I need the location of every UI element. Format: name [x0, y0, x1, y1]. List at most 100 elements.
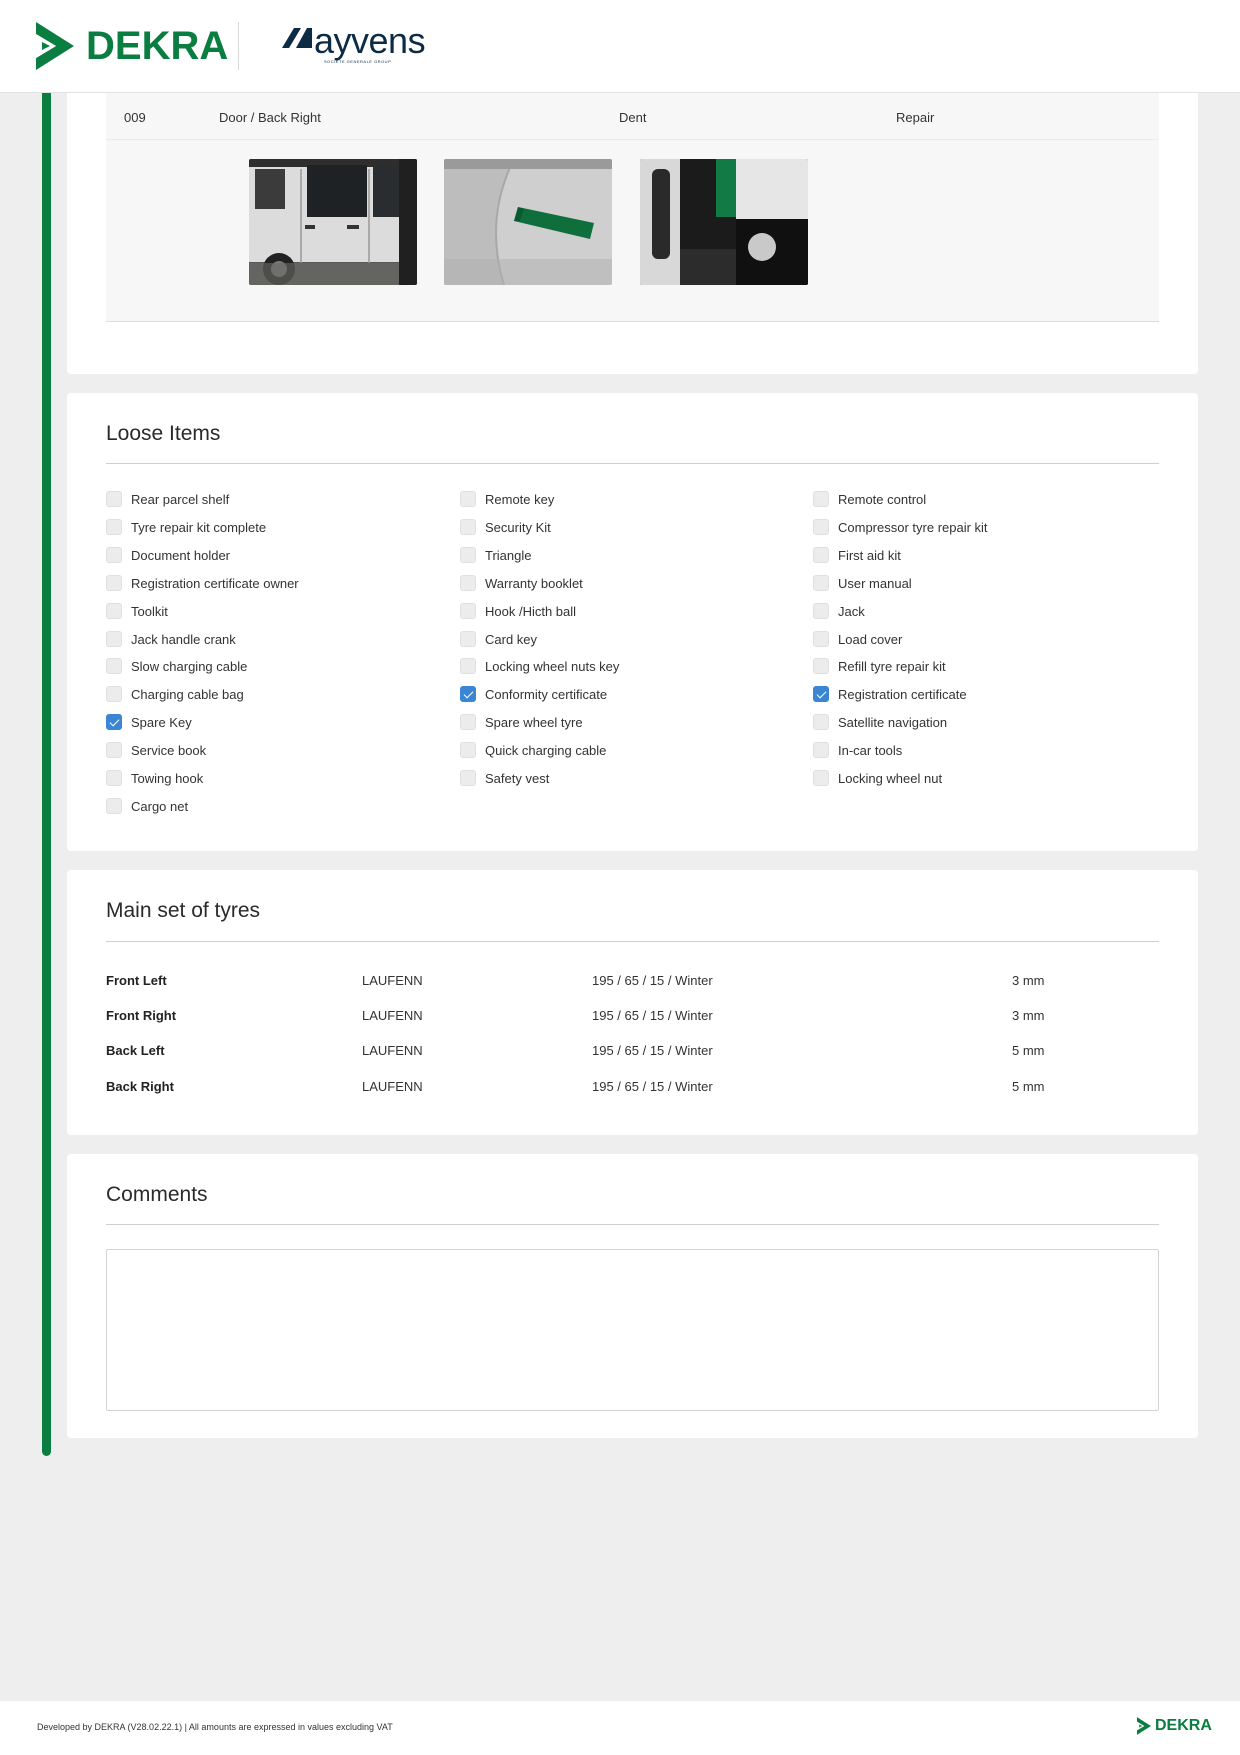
loose-item[interactable]: Locking wheel nuts key — [460, 656, 619, 676]
loose-item[interactable]: Jack — [813, 601, 865, 621]
damage-photo-strip — [106, 140, 1159, 322]
loose-item-label: Towing hook — [131, 770, 204, 786]
loose-item[interactable]: Spare wheel tyre — [460, 712, 583, 732]
loose-item[interactable]: First aid kit — [813, 545, 901, 565]
tyre-position: Back Right — [106, 1079, 174, 1094]
checkbox[interactable] — [460, 658, 476, 674]
loose-item-label: Slow charging cable — [131, 658, 248, 674]
checkbox[interactable] — [460, 491, 476, 507]
tyre-depth: 3 mm — [1012, 973, 1045, 988]
loose-item-label: Spare Key — [131, 714, 192, 730]
loose-item[interactable]: Card key — [460, 629, 537, 649]
checkbox-checked[interactable] — [460, 686, 476, 702]
damage-photo-3[interactable] — [640, 159, 808, 285]
loose-item-label: Service book — [131, 742, 207, 758]
loose-item[interactable]: User manual — [813, 573, 912, 593]
tyre-brand: LAUFENN — [362, 1079, 423, 1094]
checkbox[interactable] — [106, 631, 122, 647]
loose-item-label: Jack — [838, 603, 865, 619]
loose-item[interactable]: Registration certificate owner — [106, 573, 299, 593]
ayvens-logo-text: ayvens — [314, 20, 426, 61]
loose-item-label: Registration certificate owner — [131, 575, 299, 591]
damage-type: Dent — [619, 110, 647, 125]
loose-item[interactable]: Jack handle crank — [106, 629, 236, 649]
loose-item-label: Load cover — [838, 631, 903, 647]
loose-item[interactable]: Registration certificate — [813, 684, 967, 704]
tyres-rule — [106, 941, 1159, 942]
tyre-position: Front Left — [106, 973, 167, 988]
checkbox[interactable] — [460, 714, 476, 730]
tyre-position: Front Right — [106, 1008, 177, 1023]
loose-item[interactable]: Hook /Hicth ball — [460, 601, 576, 621]
loose-item[interactable]: Satellite navigation — [813, 712, 947, 732]
checkbox[interactable] — [813, 519, 829, 535]
checkbox[interactable] — [106, 491, 122, 507]
loose-item[interactable]: Rear parcel shelf — [106, 489, 229, 509]
loose-item[interactable]: Spare Key — [106, 712, 192, 732]
comments-rule — [106, 1224, 1159, 1225]
tyre-depth: 3 mm — [1012, 1008, 1045, 1023]
loose-item[interactable]: Quick charging cable — [460, 740, 606, 760]
checkbox[interactable] — [106, 575, 122, 591]
checkbox[interactable] — [813, 631, 829, 647]
checkbox[interactable] — [813, 603, 829, 619]
checkbox[interactable] — [106, 686, 122, 702]
checkbox[interactable] — [106, 519, 122, 535]
checkbox[interactable] — [460, 575, 476, 591]
footer-dekra-logo: DEKRA — [1137, 1717, 1212, 1735]
loose-item-label: Rear parcel shelf — [131, 491, 230, 507]
loose-item[interactable]: Safety vest — [460, 768, 549, 788]
checkbox[interactable] — [813, 714, 829, 730]
checkbox[interactable] — [460, 603, 476, 619]
loose-item[interactable]: Cargo net — [106, 796, 188, 816]
loose-item[interactable]: Charging cable bag — [106, 684, 244, 704]
loose-item[interactable]: Compressor tyre repair kit — [813, 517, 988, 537]
loose-item[interactable]: Remote key — [460, 489, 554, 509]
checkbox[interactable] — [460, 631, 476, 647]
checkbox[interactable] — [106, 603, 122, 619]
checkbox[interactable] — [813, 547, 829, 563]
checkbox[interactable] — [106, 742, 122, 758]
checkbox-checked[interactable] — [106, 714, 122, 730]
footer-logo-text: DEKRA — [1155, 1717, 1212, 1734]
damage-photo-2[interactable] — [444, 159, 612, 285]
dekra-triangle-icon — [1137, 1717, 1151, 1735]
checkbox[interactable] — [106, 547, 122, 563]
loose-item[interactable]: Locking wheel nut — [813, 768, 942, 788]
checkbox[interactable] — [460, 770, 476, 786]
loose-item[interactable]: Slow charging cable — [106, 656, 247, 676]
ayvens-mark-icon — [282, 28, 312, 48]
loose-item[interactable]: Tyre repair kit complete — [106, 517, 266, 537]
loose-item-label: Jack handle crank — [131, 631, 236, 647]
loose-item[interactable]: Security Kit — [460, 517, 551, 537]
damage-row[interactable]: 009 Door / Back Right Dent Repair — [106, 93, 1159, 140]
loose-item[interactable]: Remote control — [813, 489, 926, 509]
loose-item[interactable]: Toolkit — [106, 601, 168, 621]
loose-item[interactable]: Warranty booklet — [460, 573, 583, 593]
checkbox[interactable] — [106, 770, 122, 786]
loose-item[interactable]: Conformity certificate — [460, 684, 607, 704]
loose-item[interactable]: Refill tyre repair kit — [813, 656, 946, 676]
loose-item-label: Document holder — [131, 547, 230, 563]
checkbox[interactable] — [460, 742, 476, 758]
checkbox[interactable] — [460, 519, 476, 535]
comments-card: Comments — [67, 1154, 1198, 1438]
checkbox-checked[interactable] — [813, 686, 829, 702]
checkbox[interactable] — [813, 742, 829, 758]
damage-photo-1[interactable] — [249, 159, 417, 285]
checkbox[interactable] — [813, 491, 829, 507]
loose-item[interactable]: Load cover — [813, 629, 902, 649]
loose-item[interactable]: Triangle — [460, 545, 531, 565]
comments-textarea[interactable] — [106, 1249, 1159, 1411]
checkbox[interactable] — [813, 770, 829, 786]
checkbox[interactable] — [106, 798, 122, 814]
loose-item[interactable]: Service book — [106, 740, 206, 760]
loose-item-label: Refill tyre repair kit — [838, 658, 946, 674]
checkbox[interactable] — [813, 658, 829, 674]
loose-item[interactable]: In-car tools — [813, 740, 902, 760]
checkbox[interactable] — [106, 658, 122, 674]
checkbox[interactable] — [813, 575, 829, 591]
loose-item[interactable]: Document holder — [106, 545, 230, 565]
checkbox[interactable] — [460, 547, 476, 563]
loose-item[interactable]: Towing hook — [106, 768, 203, 788]
